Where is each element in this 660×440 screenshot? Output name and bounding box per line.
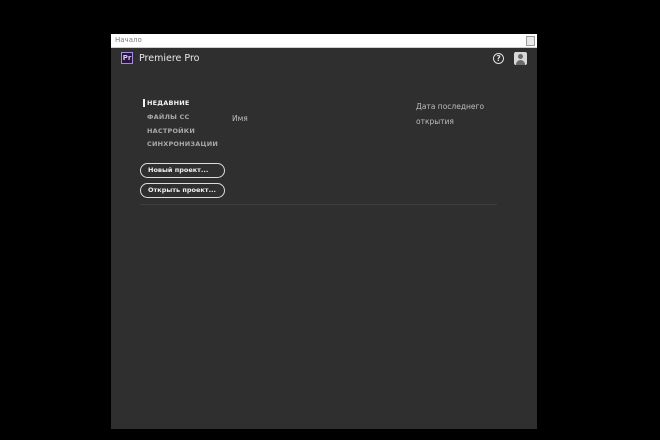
nav-item-cc-files[interactable]: ФАЙЛЫ CC: [147, 113, 189, 122]
new-project-button[interactable]: Новый проект...: [140, 163, 225, 178]
maximize-icon[interactable]: [526, 36, 535, 46]
column-header-name[interactable]: Имя: [232, 114, 248, 124]
start-window: Начало Pr Premiere Pro ? НЕДАВНИЕ ФАЙЛЫ …: [111, 34, 537, 429]
avatar-head: [518, 54, 523, 59]
nav-item-sync-settings[interactable]: НАСТРОЙКИ: [147, 127, 195, 136]
nav-item-recent[interactable]: НЕДАВНИЕ: [147, 99, 190, 108]
user-avatar-icon[interactable]: [514, 52, 527, 65]
help-icon[interactable]: ?: [493, 53, 504, 64]
open-project-button[interactable]: Открыть проект...: [140, 183, 225, 198]
window-title: Начало: [115, 36, 142, 44]
app-header: Pr Premiere Pro ?: [111, 48, 537, 70]
premiere-logo-icon: Pr: [121, 52, 133, 64]
column-header-last-opened[interactable]: Дата последнего открытия: [416, 99, 496, 129]
avatar-body: [516, 60, 525, 65]
window-titlebar[interactable]: Начало: [111, 34, 537, 48]
nav-active-indicator: [143, 99, 145, 107]
app-name: Premiere Pro: [139, 53, 200, 64]
divider: [140, 204, 497, 205]
nav-item-sync-settings-2[interactable]: СИНХРОНИЗАЦИИ: [147, 140, 218, 149]
